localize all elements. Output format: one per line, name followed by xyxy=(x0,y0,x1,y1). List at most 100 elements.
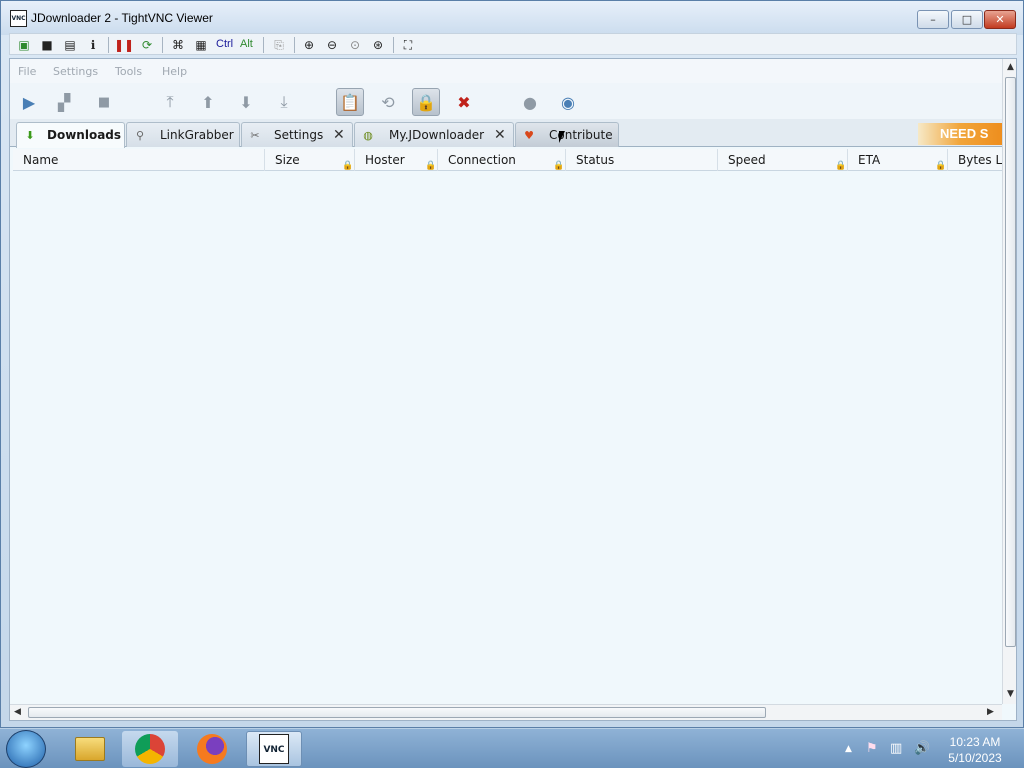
save-icon[interactable]: ■ xyxy=(39,37,55,53)
taskbar-chrome[interactable] xyxy=(122,731,178,767)
download-arrow-icon: ⬇ xyxy=(25,128,35,142)
remote-desktop-area[interactable]: File Settings Tools Help ▶ ▞ ■ ⤒ ⬆ ⬇ ⤓ 📋… xyxy=(9,58,1017,721)
zoom-in-icon[interactable]: ⊕ xyxy=(301,37,317,53)
column-connection[interactable]: Connection 🔒 xyxy=(438,149,566,171)
tightvnc-taskbar-icon: VNC xyxy=(259,734,289,764)
fullscreen-icon[interactable]: ⛶ xyxy=(400,37,416,53)
ctrl-alt-del-icon[interactable]: ⌘ xyxy=(170,37,186,53)
scroll-down-icon[interactable]: ▼ xyxy=(1007,689,1014,699)
taskbar-tightvnc[interactable]: VNC xyxy=(246,731,302,767)
vertical-scroll-thumb[interactable] xyxy=(1005,77,1016,647)
close-button[interactable]: ✕ xyxy=(984,10,1016,29)
menu-file[interactable]: File xyxy=(18,65,36,78)
tab-contribute[interactable]: ♥ Contribute xyxy=(515,122,619,147)
ctrl-esc-icon[interactable]: ▦ xyxy=(193,37,209,53)
scroll-right-icon[interactable]: ▶ xyxy=(987,707,994,717)
show-hidden-icons-icon[interactable]: ▲ xyxy=(845,744,852,754)
vnc-toolbar: ▣ ■ ▤ ℹ ❚❚ ⟳ ⌘ ▦ Ctrl Alt ⎘ ⊕ ⊖ ⊙ ⊛ ⛶ xyxy=(9,33,1017,55)
start-downloads-icon[interactable]: ▶ xyxy=(15,88,43,116)
info-icon[interactable]: ℹ xyxy=(85,37,101,53)
lock-icon: 🔒 xyxy=(342,161,354,171)
tab-settings-label: Settings xyxy=(274,128,324,142)
column-bytes-loaded[interactable]: Bytes L xyxy=(948,149,1002,171)
menu-settings[interactable]: Settings xyxy=(53,65,98,78)
column-connection-label: Connection xyxy=(448,153,516,167)
tab-strip: ⬇ Downloads ⚲ LinkGrabber ✂ Settings ✕ ◍… xyxy=(10,119,1002,148)
alt-toggle[interactable]: Alt xyxy=(240,38,253,50)
myjdownloader-icon: ◍ xyxy=(363,128,373,142)
move-down-icon[interactable]: ⬇ xyxy=(232,88,260,116)
tab-linkgrabber-label: LinkGrabber xyxy=(160,128,234,142)
tab-linkgrabber[interactable]: ⚲ LinkGrabber xyxy=(126,122,240,147)
pause-downloads-icon[interactable]: ▞ xyxy=(50,88,78,116)
firefox-icon xyxy=(197,734,227,764)
transfer-files-icon[interactable]: ⎘ xyxy=(271,37,287,53)
move-bottom-icon[interactable]: ⤓ xyxy=(270,88,298,116)
support-banner[interactable]: NEED S xyxy=(918,123,1002,145)
premium-toggle-icon[interactable]: 🔒 xyxy=(412,88,440,116)
silent-mode-icon[interactable]: ✖ xyxy=(450,88,478,116)
tab-myjdownloader-close-icon[interactable]: ✕ xyxy=(494,127,506,143)
speed-meter-icon[interactable]: ◉ xyxy=(554,88,582,116)
update-icon[interactable]: ● xyxy=(516,88,544,116)
linkgrabber-icon: ⚲ xyxy=(135,128,145,142)
tab-myjdownloader[interactable]: ◍ My.JDownloader ✕ xyxy=(354,122,514,147)
column-name[interactable]: Name xyxy=(13,149,265,171)
downloads-table-body[interactable] xyxy=(13,172,1002,698)
zoom-fit-icon[interactable]: ⊛ xyxy=(370,37,386,53)
tab-settings[interactable]: ✂ Settings ✕ xyxy=(241,122,353,147)
clock-date[interactable]: 5/10/2023 xyxy=(940,751,1010,765)
column-size-label: Size xyxy=(275,153,300,167)
jd-toolbar: ▶ ▞ ■ ⤒ ⬆ ⬇ ⤓ 📋 ⟲ 🔒 ✖ ● ◉ xyxy=(10,83,1002,119)
menu-tools[interactable]: Tools xyxy=(115,65,142,78)
tab-myjdownloader-label: My.JDownloader xyxy=(389,128,485,142)
settings-tools-icon: ✂ xyxy=(250,128,260,142)
title-bar[interactable]: VNC JDownloader 2 - TightVNC Viewer – □ … xyxy=(1,1,1023,35)
column-eta[interactable]: ETA 🔒 xyxy=(848,149,948,171)
vertical-scrollbar[interactable]: ▲ ▼ xyxy=(1002,59,1016,704)
column-speed[interactable]: Speed 🔒 xyxy=(718,149,848,171)
move-up-icon[interactable]: ⬆ xyxy=(194,88,222,116)
column-status[interactable]: Status xyxy=(566,149,718,171)
horizontal-scrollbar[interactable]: ◀ ▶ xyxy=(10,704,1002,720)
move-top-icon[interactable]: ⤒ xyxy=(156,88,184,116)
zoom-out-icon[interactable]: ⊖ xyxy=(324,37,340,53)
options-icon[interactable]: ▤ xyxy=(62,37,78,53)
menu-bar: File Settings Tools Help xyxy=(10,59,1002,83)
ctrl-toggle[interactable]: Ctrl xyxy=(216,38,233,50)
taskbar-firefox[interactable] xyxy=(184,731,240,767)
tightvnc-app-icon[interactable]: VNC xyxy=(10,10,27,27)
scroll-left-icon[interactable]: ◀ xyxy=(14,707,21,717)
taskbar-explorer[interactable] xyxy=(62,731,118,767)
column-hoster-label: Hoster xyxy=(365,153,405,167)
menu-help[interactable]: Help xyxy=(162,65,187,78)
column-eta-label: ETA xyxy=(858,153,881,167)
folder-icon xyxy=(75,737,105,761)
scroll-up-icon[interactable]: ▲ xyxy=(1007,62,1014,72)
tab-downloads[interactable]: ⬇ Downloads xyxy=(16,122,125,148)
network-icon[interactable]: ▥ xyxy=(890,741,902,756)
horizontal-scroll-thumb[interactable] xyxy=(28,707,766,718)
column-size[interactable]: Size 🔒 xyxy=(265,149,355,171)
column-hoster[interactable]: Hoster 🔒 xyxy=(355,149,438,171)
lock-icon: 🔒 xyxy=(935,161,947,171)
zoom-100-icon[interactable]: ⊙ xyxy=(347,37,363,53)
minimize-button[interactable]: – xyxy=(917,10,949,29)
maximize-button[interactable]: □ xyxy=(951,10,983,29)
heart-icon: ♥ xyxy=(524,128,534,142)
taskbar: VNC ▲ ⚑ ▥ 🔊 10:23 AM 5/10/2023 xyxy=(0,728,1024,768)
tab-settings-close-icon[interactable]: ✕ xyxy=(333,127,345,143)
refresh-icon[interactable]: ⟳ xyxy=(139,37,155,53)
volume-icon[interactable]: 🔊 xyxy=(914,741,930,756)
start-button[interactable] xyxy=(6,730,46,768)
column-speed-label: Speed xyxy=(728,153,766,167)
action-center-icon[interactable]: ⚑ xyxy=(866,741,878,756)
reconnect-icon[interactable]: ⟲ xyxy=(374,88,402,116)
window-title: JDownloader 2 - TightVNC Viewer xyxy=(31,11,213,25)
stop-downloads-icon[interactable]: ■ xyxy=(90,88,118,116)
new-connection-icon[interactable]: ▣ xyxy=(16,37,32,53)
clipboard-observer-icon[interactable]: 📋 xyxy=(336,88,364,116)
clock-time[interactable]: 10:23 AM xyxy=(940,735,1010,749)
mouse-cursor-icon xyxy=(559,131,565,143)
pause-icon[interactable]: ❚❚ xyxy=(114,37,134,53)
